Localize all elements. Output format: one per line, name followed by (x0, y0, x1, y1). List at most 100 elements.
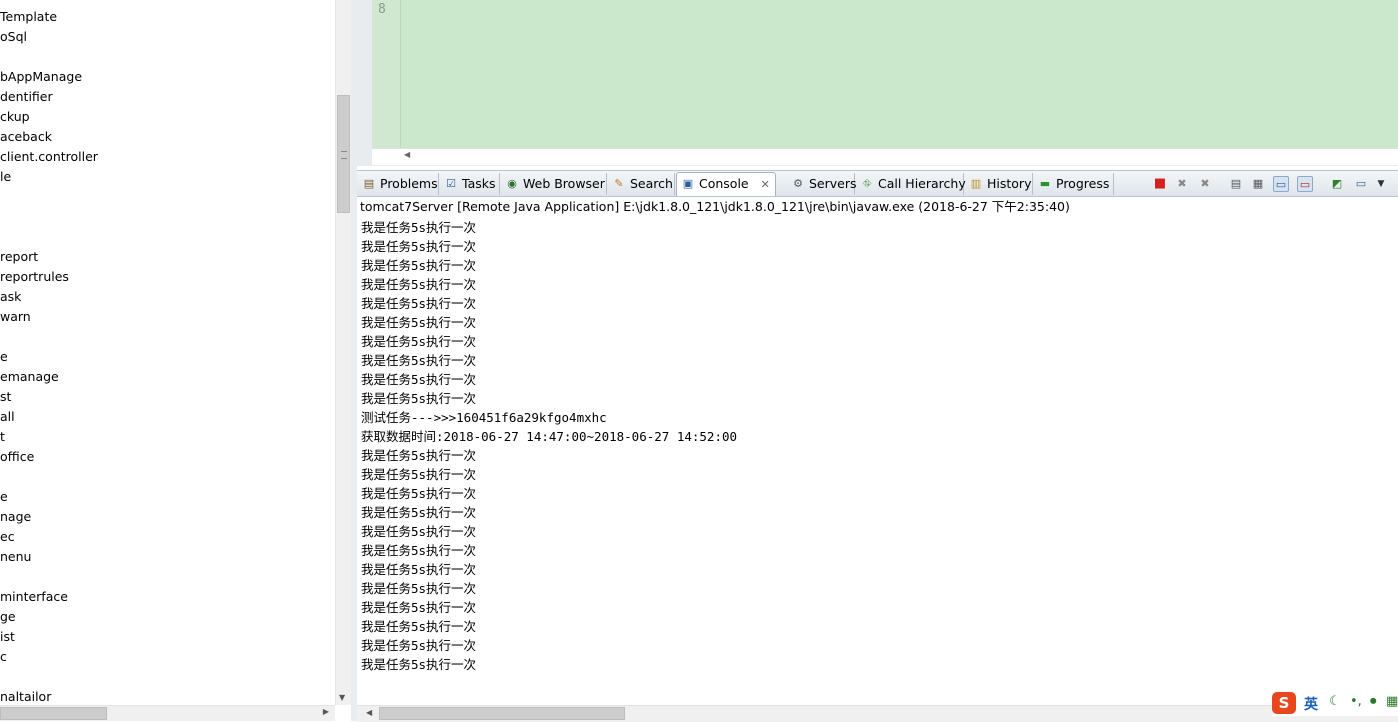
problems-icon: ▤ (363, 177, 375, 190)
console-line: 我是任务5s执行一次 (361, 638, 477, 653)
console-line: 我是任务5s执行一次 (361, 619, 477, 634)
moon-icon[interactable]: ☾ (1329, 694, 1341, 709)
pin-console-icon[interactable]: ◩ (1329, 176, 1345, 192)
tasks-icon: ☑ (446, 177, 456, 190)
tree-item[interactable]: report (0, 247, 38, 267)
tree-item[interactable]: bAppManage (0, 67, 82, 87)
code-editor[interactable] (400, 0, 1398, 148)
tree-item[interactable]: ge (0, 607, 16, 627)
tree-item[interactable]: client.controller (0, 147, 98, 167)
tree-item[interactable]: aceback (0, 127, 52, 147)
tree-item[interactable]: minterface (0, 587, 68, 607)
console-line: 我是任务5s执行一次 (361, 239, 477, 254)
console-horizontal-scrollbar[interactable]: ◀ (357, 705, 1398, 722)
remove-launch-icon[interactable]: ✖ (1174, 176, 1190, 192)
tree-item[interactable]: naltailor (0, 687, 51, 705)
tree-item[interactable]: ist (0, 627, 15, 647)
tab-problems[interactable]: ▤ Problems (358, 173, 439, 195)
ime-language-toggle[interactable]: 英 (1304, 694, 1318, 714)
tree-item[interactable]: nage (0, 507, 31, 527)
console-line: 我是任务5s执行一次 (361, 353, 477, 368)
tree-item[interactable]: e (0, 487, 8, 507)
tree-item[interactable]: ask (0, 287, 21, 307)
chevron-down-icon[interactable]: ▼ (1373, 176, 1389, 192)
scroll-thumb[interactable] (0, 707, 107, 720)
ime-logo-icon[interactable]: S (1272, 692, 1296, 714)
tree-item[interactable]: le (0, 167, 11, 187)
scroll-down-icon[interactable]: ▼ (339, 693, 345, 702)
tree-item[interactable]: emanage (0, 367, 59, 387)
tree-item[interactable]: reportrules (0, 267, 69, 287)
console-line: 获取数据时间:2018-06-27 14:47:00~2018-06-27 14… (361, 429, 738, 444)
console-line: 我是任务5s执行一次 (361, 467, 477, 482)
tree-item[interactable]: c (0, 647, 7, 667)
console-line: 我是任务5s执行一次 (361, 486, 477, 501)
tree-item[interactable]: all (0, 407, 15, 427)
editor-horizontal-scrollbar[interactable]: ◀ (372, 148, 1398, 165)
tree-item[interactable]: e (0, 347, 8, 367)
console-line: 我是任务5s执行一次 (361, 600, 477, 615)
tab-search[interactable]: ✎ Search (608, 173, 675, 195)
tab-label: Console (699, 176, 749, 191)
tree-item[interactable]: office (0, 447, 34, 467)
tab-call-hierarchy[interactable]: ⛗ Call Hierarchy (856, 173, 966, 195)
scroll-thumb[interactable] (337, 95, 350, 213)
project-explorer: Template oSql bAppManage dentifier ckup aceba… (0, 0, 335, 705)
terminate-icon[interactable]: ■ (1152, 176, 1168, 192)
scroll-left-icon[interactable]: ◀ (404, 150, 410, 159)
console-line: 我是任务5s执行一次 (361, 391, 477, 406)
tree-item[interactable]: ckup (0, 107, 30, 127)
display-selected-console-icon[interactable]: ▭ (1353, 176, 1369, 192)
clear-console-icon[interactable]: ▤ (1228, 176, 1244, 192)
scroll-lock-icon[interactable]: ▦ (1250, 176, 1266, 192)
explorer-vertical-scrollbar[interactable]: ▼ (335, 0, 351, 705)
tree-item[interactable]: Template (0, 7, 57, 27)
call-hierarchy-icon: ⛗ (862, 177, 872, 190)
editor-area: 8 ◀ (357, 0, 1398, 166)
console-line: 我是任务5s执行一次 (361, 372, 477, 387)
ime-toolbar[interactable]: S 英 ☾ •, ⏺ ▦ (1272, 690, 1398, 716)
tab-history[interactable]: ▥ History (965, 173, 1033, 195)
console-output[interactable]: 我是任务5s执行一次 我是任务5s执行一次 我是任务5s执行一次 我是任务5s执行一次… (361, 218, 1398, 706)
console-line: 我是任务5s执行一次 (361, 315, 477, 330)
punctuation-icon[interactable]: •, (1350, 694, 1362, 709)
console-line: 我是任务5s执行一次 (361, 334, 477, 349)
console-icon: ▣ (682, 177, 694, 190)
keyboard-icon[interactable]: ▦ (1386, 694, 1398, 709)
console-line: 我是任务5s执行一次 (361, 277, 477, 292)
console-line: 我是任务5s执行一次 (361, 258, 477, 273)
remove-all-terminated-icon[interactable]: ✖ (1197, 176, 1213, 192)
servers-icon: ⚙ (793, 177, 803, 190)
tree-item[interactable]: nenu (0, 547, 31, 567)
close-icon[interactable]: ✕ (761, 174, 770, 196)
console-line: 我是任务5s执行一次 (361, 657, 477, 672)
tab-tasks[interactable]: ☑ Tasks (440, 173, 500, 195)
console-view: ▤ Problems ☑ Tasks ◉ Web Browser ✎ Searc… (357, 170, 1398, 722)
web-browser-icon: ◉ (507, 177, 517, 190)
tab-progress[interactable]: ▬ Progress (1034, 173, 1114, 195)
console-line: 我是任务5s执行一次 (361, 448, 477, 463)
tab-web-browser[interactable]: ◉ Web Browser (501, 173, 607, 195)
tree-item[interactable]: t (0, 427, 5, 447)
show-on-stdout-icon[interactable]: ▭ (1273, 176, 1289, 192)
history-icon: ▥ (970, 177, 982, 190)
line-number-gutter: 8 (372, 0, 400, 148)
scroll-thumb[interactable] (379, 707, 625, 720)
tab-servers[interactable]: ⚙ Servers (787, 173, 857, 195)
tab-label: Web Browser (523, 176, 605, 191)
show-on-stderr-icon[interactable]: ▭ (1297, 176, 1313, 192)
tree-item[interactable]: oSql (0, 27, 27, 47)
console-line: 我是任务5s执行一次 (361, 524, 477, 539)
process-label: tomcat7Server [Remote Java Application] … (360, 199, 1070, 214)
tree-item[interactable]: ec (0, 527, 15, 547)
tree-item[interactable]: st (0, 387, 11, 407)
explorer-horizontal-scrollbar[interactable]: ▶ (0, 705, 335, 721)
console-line: 我是任务5s执行一次 (361, 543, 477, 558)
microphone-icon[interactable]: ⏺ (1370, 694, 1377, 709)
tab-console[interactable]: ▣ Console ✕ (676, 172, 776, 196)
scroll-left-icon[interactable]: ◀ (366, 708, 372, 717)
scroll-right-icon[interactable]: ▶ (323, 707, 329, 716)
tree-item[interactable]: dentifier (0, 87, 53, 107)
tree-item[interactable]: warn (0, 307, 31, 327)
tab-label: History (987, 176, 1032, 191)
